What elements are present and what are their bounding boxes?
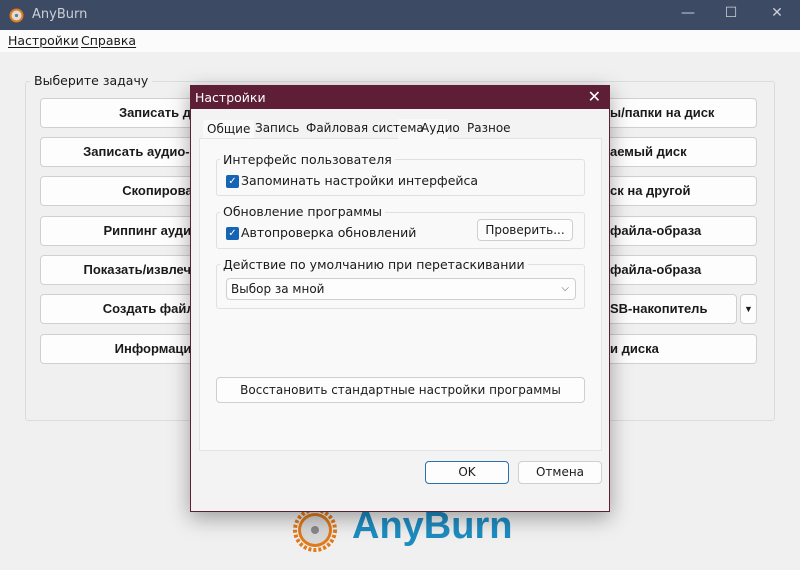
dialog-close-button[interactable]: ✕ — [588, 87, 601, 106]
menu-settings[interactable]: Настройки — [8, 33, 79, 48]
task-button-convert-image[interactable]: файла-образа — [600, 255, 757, 285]
anyburn-logo-icon — [293, 508, 337, 552]
task-button-copy-disc[interactable]: ск на другой — [600, 176, 757, 206]
cancel-button[interactable]: Отмена — [518, 461, 602, 484]
tab-filesystem[interactable]: Файловая система — [302, 119, 428, 137]
chevron-down-icon: ⌵ — [561, 283, 569, 294]
window-title: AnyBurn — [32, 7, 88, 22]
close-button[interactable]: ✕ — [762, 5, 792, 21]
remember-ui-label: Запоминать настройки интерфейса — [241, 173, 479, 188]
tab-burn[interactable]: Запись — [251, 119, 303, 137]
task-button-disc-info[interactable]: и диска — [600, 334, 757, 364]
task-button-browse-extract[interactable]: Показать/извлечь — [40, 255, 200, 285]
menu-bar: Настройки Справка — [0, 30, 800, 52]
tab-panel: Интерфейс пользователя ✓ Запоминать наст… — [199, 138, 602, 451]
check-updates-button[interactable]: Проверить... — [477, 219, 573, 241]
update-group-label: Обновление программы — [220, 204, 386, 219]
tab-misc[interactable]: Разное — [463, 119, 515, 137]
title-bar: AnyBurn — ☐ ✕ — [0, 0, 800, 30]
restore-defaults-button[interactable]: Восстановить стандартные настройки прогр… — [216, 377, 585, 403]
task-button-burn-data[interactable]: Записать ди — [40, 98, 200, 128]
task-button-burn-files[interactable]: ы/папки на диск — [600, 98, 757, 128]
minimize-button[interactable]: — — [673, 5, 703, 21]
usb-dropdown-arrow[interactable]: ▼ — [740, 294, 757, 324]
ui-group-label: Интерфейс пользователя — [220, 152, 395, 167]
tab-general[interactable]: Общие — [203, 120, 255, 138]
menu-help[interactable]: Справка — [81, 33, 136, 48]
drag-action-value: Выбор за мной — [231, 282, 325, 296]
auto-update-checkbox[interactable]: ✓ — [226, 227, 239, 240]
dialog-title-bar: Настройки ✕ — [191, 86, 609, 109]
drag-action-group-label: Действие по умолчанию при перетаскивании — [220, 257, 528, 272]
task-button-copy[interactable]: Скопироват — [40, 176, 200, 206]
drag-action-select[interactable]: Выбор за мной ⌵ — [226, 278, 576, 300]
task-group-label: Выберите задачу — [30, 73, 153, 88]
task-button-info[interactable]: Информация — [40, 334, 200, 364]
task-button-create-image[interactable]: Создать файл- — [40, 294, 200, 324]
app-icon — [9, 8, 24, 23]
task-button-burn-audio[interactable]: Записать аудио-С — [40, 137, 200, 167]
auto-update-label: Автопроверка обновлений — [241, 225, 417, 240]
settings-dialog: Настройки ✕ Интерфейс пользователя ✓ Зап… — [190, 85, 610, 512]
dialog-title: Настройки — [195, 90, 266, 105]
task-button-erase[interactable]: аемый диск — [600, 137, 757, 167]
task-button-usb[interactable]: SB-накопитель — [600, 294, 737, 324]
tab-audio[interactable]: Аудио — [417, 119, 464, 137]
maximize-button[interactable]: ☐ — [716, 5, 746, 21]
ok-button[interactable]: OK — [425, 461, 509, 484]
task-button-burn-image[interactable]: файла-образа — [600, 216, 757, 246]
task-button-rip-audio[interactable]: Риппинг аудио — [40, 216, 200, 246]
remember-ui-checkbox[interactable]: ✓ — [226, 175, 239, 188]
